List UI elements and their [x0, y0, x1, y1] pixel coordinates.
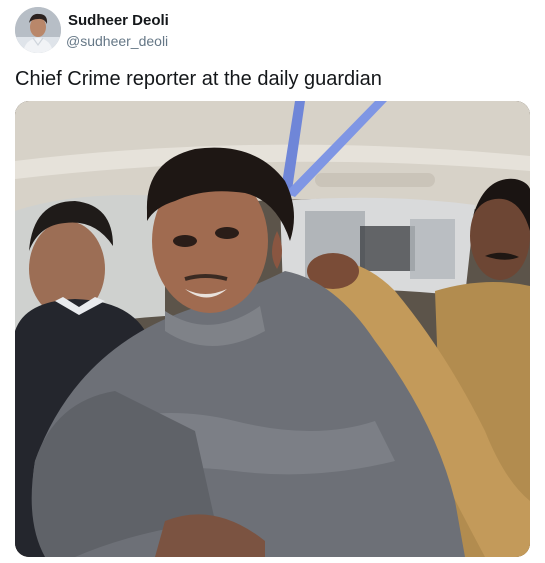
user-avatar[interactable] [15, 7, 61, 53]
avatar-photo-icon [15, 7, 61, 53]
tweet-photo[interactable] [15, 101, 530, 557]
photo-image-icon [15, 101, 530, 557]
author-handle[interactable]: @sudheer_deoli [66, 32, 168, 50]
author-display-name[interactable]: Sudheer Deoli [68, 12, 169, 30]
tweet-card: Sudheer Deoli @sudheer_deoli Chief Crime… [0, 0, 545, 563]
tweet-text: Chief Crime reporter at the daily guardi… [15, 68, 382, 90]
